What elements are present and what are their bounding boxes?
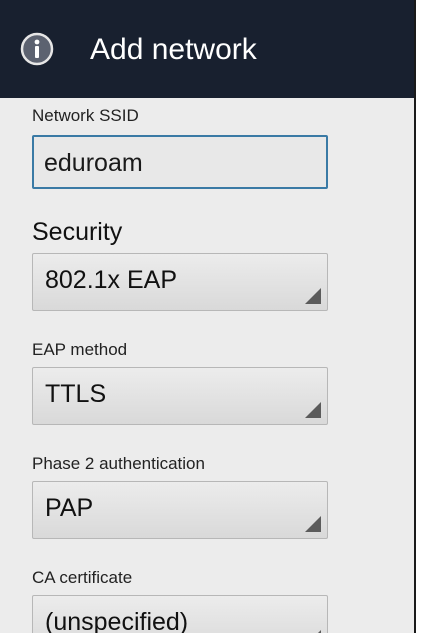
ca-cert-value: (unspecified) — [45, 608, 189, 633]
dropdown-arrow-icon — [305, 288, 321, 304]
phase2-label: Phase 2 authentication — [32, 454, 205, 473]
dropdown-arrow-icon — [305, 402, 321, 418]
ssid-value: eduroam — [44, 149, 143, 177]
ca-cert-spinner[interactable]: (unspecified) — [32, 595, 328, 633]
eap-method-value: TTLS — [45, 380, 107, 408]
phase2-spinner[interactable]: PAP — [32, 481, 328, 539]
phase2-value: PAP — [45, 494, 94, 522]
eap-method-label: EAP method — [32, 340, 128, 359]
add-network-dialog: Add network Network SSID eduroam Securit… — [0, 0, 416, 633]
security-value: 802.1x EAP — [45, 266, 178, 294]
security-spinner[interactable]: 802.1x EAP — [32, 253, 328, 311]
dialog-header: Add network — [0, 0, 414, 98]
ssid-label: Network SSID — [32, 106, 139, 125]
ssid-input[interactable]: eduroam — [32, 135, 328, 189]
security-label: Security — [32, 218, 123, 246]
dialog-title: Add network — [90, 33, 257, 66]
dropdown-arrow-icon — [305, 516, 321, 532]
dropdown-arrow-icon — [305, 630, 321, 633]
info-icon — [20, 32, 54, 66]
ca-cert-label: CA certificate — [32, 568, 133, 587]
eap-method-spinner[interactable]: TTLS — [32, 367, 328, 425]
